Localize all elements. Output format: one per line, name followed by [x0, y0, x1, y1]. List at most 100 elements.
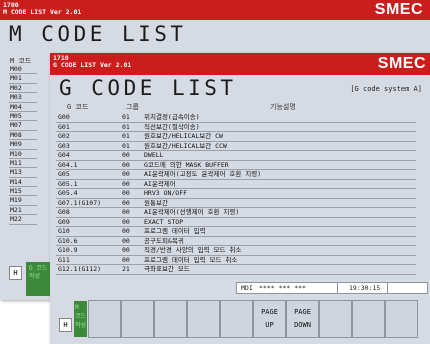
group-cell: 01	[122, 122, 130, 131]
m-version-label: M CODE LIST Ver 2.01	[3, 8, 82, 16]
softkey-page-down[interactable]: PAGE DOWN	[286, 300, 319, 338]
group-cell: 00	[122, 198, 130, 207]
g-code-cell: G05.4	[58, 189, 78, 197]
m-code-item[interactable]: M05	[9, 112, 37, 122]
m-green-panel[interactable]: G 코드 작성	[26, 262, 50, 296]
col-header-description: 기능설명	[270, 103, 296, 111]
description-cell: 원호보간/HELICAL보간 CW	[144, 132, 223, 140]
description-cell: G코드에 의한 MASK BUFFER	[144, 160, 229, 169]
description-cell: 직선보간(절삭이송)	[144, 122, 200, 131]
table-row[interactable]: G07.1(G107) 00 원통보간	[56, 198, 416, 208]
m-code-item[interactable]: M04	[9, 103, 37, 112]
m-code-item[interactable]: M11	[9, 159, 37, 169]
description-cell: 프로그램 데이터 입력	[144, 227, 206, 235]
softkey-blank[interactable]	[154, 300, 187, 338]
g-h-button[interactable]: H	[59, 318, 72, 332]
g-code-cell: G05	[58, 170, 70, 178]
softkey-label-top: PAGE	[261, 308, 278, 316]
table-row[interactable]: G05 00 AI윤곽제어(고정도 윤곽제어 호환 지령)	[56, 170, 416, 180]
description-cell: AI윤곽제어	[144, 179, 176, 188]
m-code-item[interactable]: M02	[9, 84, 37, 94]
group-cell: 01	[122, 141, 130, 150]
softkey-page-up[interactable]: PAGE UP	[253, 300, 286, 338]
description-cell: 위치결정(급속이송)	[144, 113, 200, 121]
table-row[interactable]: G09 00 EXACT STOP	[56, 217, 416, 227]
g-code-cell: G09	[58, 217, 70, 226]
softkey-blank[interactable]	[319, 300, 352, 338]
g-brand-logo: SMEC	[377, 55, 426, 72]
softkey-blank[interactable]	[187, 300, 220, 338]
table-row[interactable]: G01 01 직선보간(절삭이송)	[56, 122, 416, 132]
description-cell: AI윤곽제어(고정도 윤곽제어 호환 지령)	[144, 170, 262, 178]
g-code-cell: G08	[58, 208, 70, 216]
description-cell: EXACT STOP	[144, 217, 184, 226]
m-code-item[interactable]: M00	[9, 65, 37, 75]
softkey-bar: PAGE UP PAGE DOWN	[88, 300, 430, 338]
table-row[interactable]: G10.9 00 직경/반경 사양의 입력 모드 취소	[56, 246, 416, 256]
g-code-system-label: [G code system A]	[350, 85, 422, 93]
m-brand-logo: SMEC	[374, 1, 423, 18]
m-code-item[interactable]: M19	[9, 196, 37, 206]
table-row[interactable]: G10 00 프로그램 데이터 입력	[56, 227, 416, 237]
status-time: 19:30:15	[349, 284, 381, 292]
table-row[interactable]: G10.6 00 공구도피&복귀	[56, 237, 416, 246]
m-code-item[interactable]: M07	[9, 121, 37, 131]
description-cell: AI윤곽제어(선행제어 호환 지령)	[144, 208, 240, 216]
g-code-cell: G01	[58, 122, 70, 131]
group-cell: 00	[122, 255, 130, 264]
m-code-item[interactable]: M14	[9, 178, 37, 188]
group-cell: 00	[122, 179, 130, 188]
m-code-item[interactable]: M09	[9, 140, 37, 150]
table-row[interactable]: G00 01 위치결정(급속이송)	[56, 113, 416, 123]
table-row[interactable]: G11 00 프로그램 데이터 입력 모드 취소	[56, 255, 416, 265]
description-cell: 원통보간	[144, 198, 168, 207]
softkey-label-top: PAGE	[294, 308, 311, 316]
softkey-blank[interactable]	[385, 300, 418, 338]
m-list-header: M 코드	[10, 57, 32, 65]
group-cell: 00	[122, 170, 130, 178]
group-cell: 00	[122, 227, 130, 235]
m-code-item[interactable]: M22	[9, 215, 37, 225]
g-green-panel[interactable]: M 코드 작성	[74, 301, 87, 337]
m-code-item[interactable]: M10	[9, 150, 37, 159]
group-cell: 00	[122, 189, 130, 197]
table-row[interactable]: G03 01 원호보간/HELICAL보간 CCW	[56, 141, 416, 151]
m-code-item[interactable]: M01	[9, 74, 37, 84]
description-cell: 원호보간/HELICAL보간 CCW	[144, 141, 227, 150]
table-row[interactable]: G04 00 DWELL	[56, 151, 416, 161]
status-bar: MDI **** *** *** 19:30:15	[236, 282, 428, 294]
table-row[interactable]: G08 00 AI윤곽제어(선행제어 호환 지령)	[56, 208, 416, 218]
table-row[interactable]: G05.4 00 HRV3 ON/OFF	[56, 189, 416, 199]
g-code-cell: G03	[58, 141, 70, 150]
description-cell: DWELL	[144, 151, 164, 159]
softkey-blank[interactable]	[220, 300, 253, 338]
g-code-cell: G05.1	[58, 179, 78, 188]
softkey-blank[interactable]	[121, 300, 154, 338]
g-window-header: 1710 G CODE LIST Ver 2.01 SMEC	[50, 53, 430, 75]
g-code-cell: G04	[58, 151, 70, 159]
m-code-item[interactable]: M13	[9, 168, 37, 178]
g-code-cell: G11	[58, 255, 70, 264]
g-code-cell: G07.1(G107)	[58, 198, 102, 207]
group-cell: 00	[122, 217, 130, 226]
softkey-label-bottom: UP	[265, 321, 274, 329]
m-code-item[interactable]: M08	[9, 131, 37, 141]
softkey-blank[interactable]	[88, 300, 121, 338]
m-code-item[interactable]: M15	[9, 187, 37, 197]
group-cell: 00	[122, 208, 130, 216]
m-code-item[interactable]: M21	[9, 206, 37, 216]
table-row[interactable]: G12.1(G112) 21 극좌표보간 모드	[56, 265, 416, 275]
col-header-group: 그룹	[126, 103, 139, 111]
softkey-label-bottom: DOWN	[294, 321, 311, 329]
softkey-blank[interactable]	[352, 300, 385, 338]
g-code-cell: G02	[58, 132, 70, 140]
g-code-cell: G10	[58, 227, 70, 235]
description-cell: 프로그램 데이터 입력 모드 취소	[144, 255, 238, 264]
m-code-item[interactable]: M03	[9, 93, 37, 103]
m-h-button[interactable]: H	[9, 266, 22, 280]
table-row[interactable]: G04.1 00 G코드에 의한 MASK BUFFER	[56, 160, 416, 170]
group-cell: 00	[122, 246, 130, 254]
description-cell: HRV3 ON/OFF	[144, 189, 188, 197]
table-row[interactable]: G05.1 00 AI윤곽제어	[56, 179, 416, 189]
table-row[interactable]: G02 01 원호보간/HELICAL보간 CW	[56, 132, 416, 142]
